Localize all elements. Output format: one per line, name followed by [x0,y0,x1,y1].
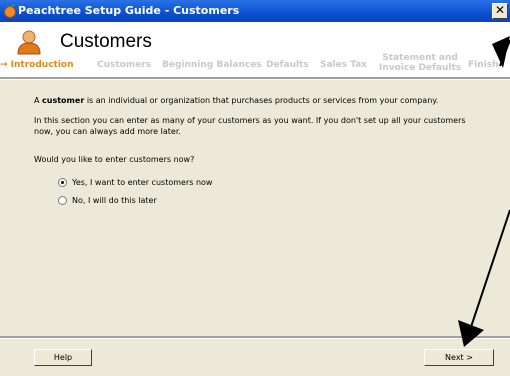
step-sales-tax[interactable]: Sales Tax [320,60,367,70]
intro-bold-term: customer [42,96,85,105]
content-panel: A customer is an individual or organizat… [0,80,510,336]
intro-prefix: A [34,96,40,105]
info-paragraph: In this section you can enter as many of… [34,116,466,136]
intro-paragraph: A customer is an individual or organizat… [34,95,474,106]
option-yes[interactable]: Yes, I want to enter customers now [58,178,212,187]
step-introduction[interactable]: → Introduction [0,60,74,70]
setup-guide-window: Peachtree Setup Guide - Customers ✕ Cust… [0,0,510,376]
step-defaults[interactable]: Defaults [266,60,309,70]
next-button[interactable]: Next > [424,349,494,366]
customer-person-icon [17,30,41,55]
intro-rest: is an individual or organization that pu… [86,96,439,105]
page-header: Customers → Introduction Customers Begin… [0,22,510,77]
option-yes-label: Yes, I want to enter customers now [72,178,213,187]
peachtree-app-icon [4,4,16,18]
step-beginning-balances[interactable]: Beginning Balances [162,60,262,70]
help-button-label: Help [53,353,73,362]
close-button[interactable]: ✕ [492,3,508,19]
step-navigation: → Introduction Customers Beginning Balan… [0,53,510,77]
next-button-label: Next > [445,353,473,362]
step-finish[interactable]: Finish [468,60,499,70]
step-customers[interactable]: Customers [97,60,151,70]
window-title: Peachtree Setup Guide - Customers [18,4,240,17]
step-statement-invoice-defaults[interactable]: Statement and Invoice Defaults [379,53,461,73]
option-no-label: No, I will do this later [72,196,157,205]
radio-yes[interactable] [58,178,67,187]
question-label: Would you like to enter customers now? [34,155,195,164]
step-statement-line2: Invoice Defaults [379,63,462,73]
step-statement-line1: Statement and [382,53,458,63]
footer-divider [0,336,510,339]
close-icon: ✕ [494,3,506,17]
title-bar[interactable]: Peachtree Setup Guide - Customers ✕ [0,0,510,22]
radio-no[interactable] [58,196,67,205]
help-button[interactable]: Help [34,349,92,366]
page-title: Customers [60,31,152,52]
option-no[interactable]: No, I will do this later [58,196,157,205]
